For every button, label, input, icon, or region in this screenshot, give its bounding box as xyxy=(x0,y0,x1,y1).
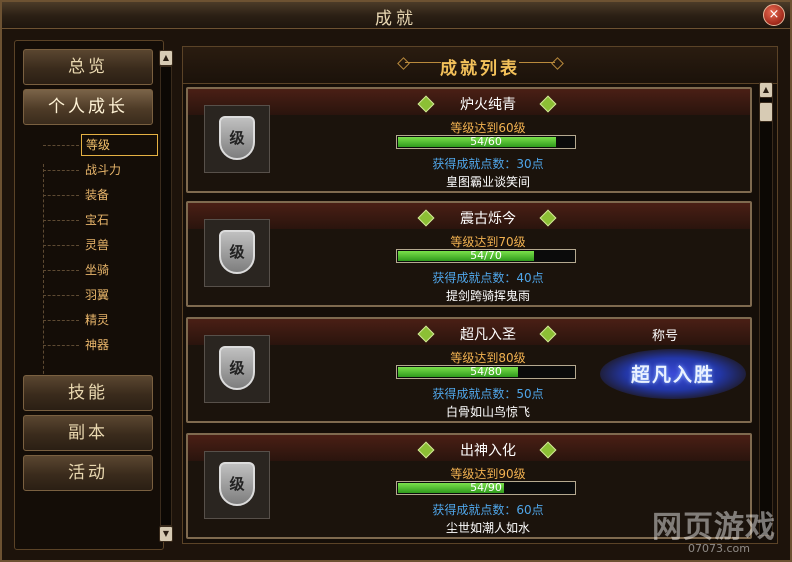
right-scroll-up-button[interactable]: ▲ xyxy=(759,82,773,98)
title-bar: 成就 × xyxy=(2,2,790,29)
category-panel: 总览 个人成长 等级 战斗力 装备 宝石 灵兽 坐骑 羽翼 精灵 神器 技能 副… xyxy=(14,40,164,550)
achievement-requirement: 等级达到90级 xyxy=(450,467,526,481)
icon-label: 级 xyxy=(229,243,245,261)
window-title: 成就 xyxy=(375,9,417,29)
achievement-icon-frame: 级 xyxy=(204,219,270,287)
nav-skills-button[interactable]: 技能 xyxy=(23,375,153,411)
list-header: 成就列表 xyxy=(183,47,777,84)
tree-connector xyxy=(43,270,79,271)
progress-text: 54/80 xyxy=(470,365,502,378)
achievement-card[interactable]: 级 炉火纯青 等级达到60级 54/60 获得成就点数：30点 皇图霸业谈笑间 xyxy=(186,87,752,193)
achievement-requirement: 等级达到60级 xyxy=(450,121,526,135)
close-button[interactable]: × xyxy=(763,4,785,26)
left-scroll-up-button[interactable]: ▲ xyxy=(159,50,173,66)
achievement-icon-frame: 级 xyxy=(204,335,270,403)
achievement-points: 获得成就点数：60点 xyxy=(432,503,544,517)
achievement-name: 震古烁今 xyxy=(460,211,516,227)
icon-label: 级 xyxy=(229,129,245,147)
ornament-right-icon xyxy=(519,62,555,63)
level-shield-icon: 级 xyxy=(219,462,255,506)
sub-item-spirit-beast[interactable]: 灵兽 xyxy=(81,236,113,254)
icon-label: 级 xyxy=(229,475,245,493)
progress-bar: 54/80 xyxy=(396,365,576,379)
nav-dungeon-button[interactable]: 副本 xyxy=(23,415,153,451)
progress-text: 54/90 xyxy=(470,481,502,494)
progress-bar: 54/90 xyxy=(396,481,576,495)
achievement-reward: 尘世如潮人如水 xyxy=(445,521,530,535)
achievement-reward: 皇图霸业谈笑间 xyxy=(445,175,530,189)
tree-line xyxy=(43,164,44,389)
achievement-icon-frame: 级 xyxy=(204,451,270,519)
nav-overview-button[interactable]: 总览 xyxy=(23,49,153,85)
list-title: 成就列表 xyxy=(440,59,520,79)
achievement-name: 炉火纯青 xyxy=(460,97,516,113)
sub-item-artifact[interactable]: 神器 xyxy=(81,336,113,354)
achievement-window: 成就 × 总览 个人成长 等级 战斗力 装备 宝石 灵兽 坐骑 羽翼 精灵 神器… xyxy=(0,0,792,562)
sub-item-gems[interactable]: 宝石 xyxy=(81,211,113,229)
achievement-list-panel: 成就列表 级 炉火纯青 等级达到60级 54/60 获得成就点数：30点 皇图霸… xyxy=(182,46,778,544)
achievement-requirement: 等级达到70级 xyxy=(450,235,526,249)
tree-connector xyxy=(43,220,79,221)
icon-label: 级 xyxy=(229,359,245,377)
right-scrollbar-track[interactable] xyxy=(759,94,773,536)
sub-item-level[interactable]: 等级 xyxy=(81,134,158,156)
achievement-card[interactable]: 级 超凡入圣 等级达到80级 54/80 获得成就点数：50点 白骨如山鸟惊飞 … xyxy=(186,317,752,423)
tree-connector xyxy=(43,295,79,296)
sub-item-mount[interactable]: 坐骑 xyxy=(81,261,113,279)
watermark: 网页游戏 07073.com xyxy=(652,502,792,562)
sub-item-equipment[interactable]: 装备 xyxy=(81,186,113,204)
achievement-reward: 白骨如山鸟惊飞 xyxy=(445,405,530,419)
achievement-points: 获得成就点数：50点 xyxy=(432,387,544,401)
achievement-icon-frame: 级 xyxy=(204,105,270,173)
progress-bar: 54/60 xyxy=(396,135,576,149)
left-scroll-down-button[interactable]: ▼ xyxy=(159,526,173,542)
tree-connector xyxy=(43,145,79,146)
title-emblem-text: 超凡入胜 xyxy=(630,364,715,386)
nav-personal-growth-button[interactable]: 个人成长 xyxy=(23,89,153,125)
level-shield-icon: 级 xyxy=(219,346,255,390)
progress-text: 54/60 xyxy=(470,135,502,148)
title-reward-label: 称号 xyxy=(652,329,679,344)
tree-connector xyxy=(43,245,79,246)
achievement-card[interactable]: 级 震古烁今 等级达到70级 54/70 获得成就点数：40点 提剑跨骑挥鬼雨 xyxy=(186,201,752,307)
achievement-name: 出神入化 xyxy=(460,443,516,459)
watermark-url: 07073.com xyxy=(688,542,750,555)
title-emblem-icon: 超凡入胜 xyxy=(600,349,746,399)
left-scrollbar-track[interactable] xyxy=(160,66,172,526)
tree-connector xyxy=(43,195,79,196)
sub-item-wings[interactable]: 羽翼 xyxy=(81,286,113,304)
achievement-name: 超凡入圣 xyxy=(460,327,516,343)
achievement-points: 获得成就点数：30点 xyxy=(432,157,544,171)
tree-connector xyxy=(43,320,79,321)
nav-events-button[interactable]: 活动 xyxy=(23,455,153,491)
achievement-points: 获得成就点数：40点 xyxy=(432,271,544,285)
tree-connector xyxy=(43,170,79,171)
progress-bar: 54/70 xyxy=(396,249,576,263)
level-shield-icon: 级 xyxy=(219,116,255,160)
sub-item-combat-power[interactable]: 战斗力 xyxy=(81,161,125,179)
level-shield-icon: 级 xyxy=(219,230,255,274)
progress-text: 54/70 xyxy=(470,249,502,262)
sub-item-fairy[interactable]: 精灵 xyxy=(81,311,113,329)
achievement-requirement: 等级达到80级 xyxy=(450,351,526,365)
achievement-reward: 提剑跨骑挥鬼雨 xyxy=(445,289,530,303)
right-scrollbar-thumb[interactable] xyxy=(759,102,773,122)
watermark-logo: 网页游戏 xyxy=(652,510,776,545)
tree-connector xyxy=(43,345,79,346)
